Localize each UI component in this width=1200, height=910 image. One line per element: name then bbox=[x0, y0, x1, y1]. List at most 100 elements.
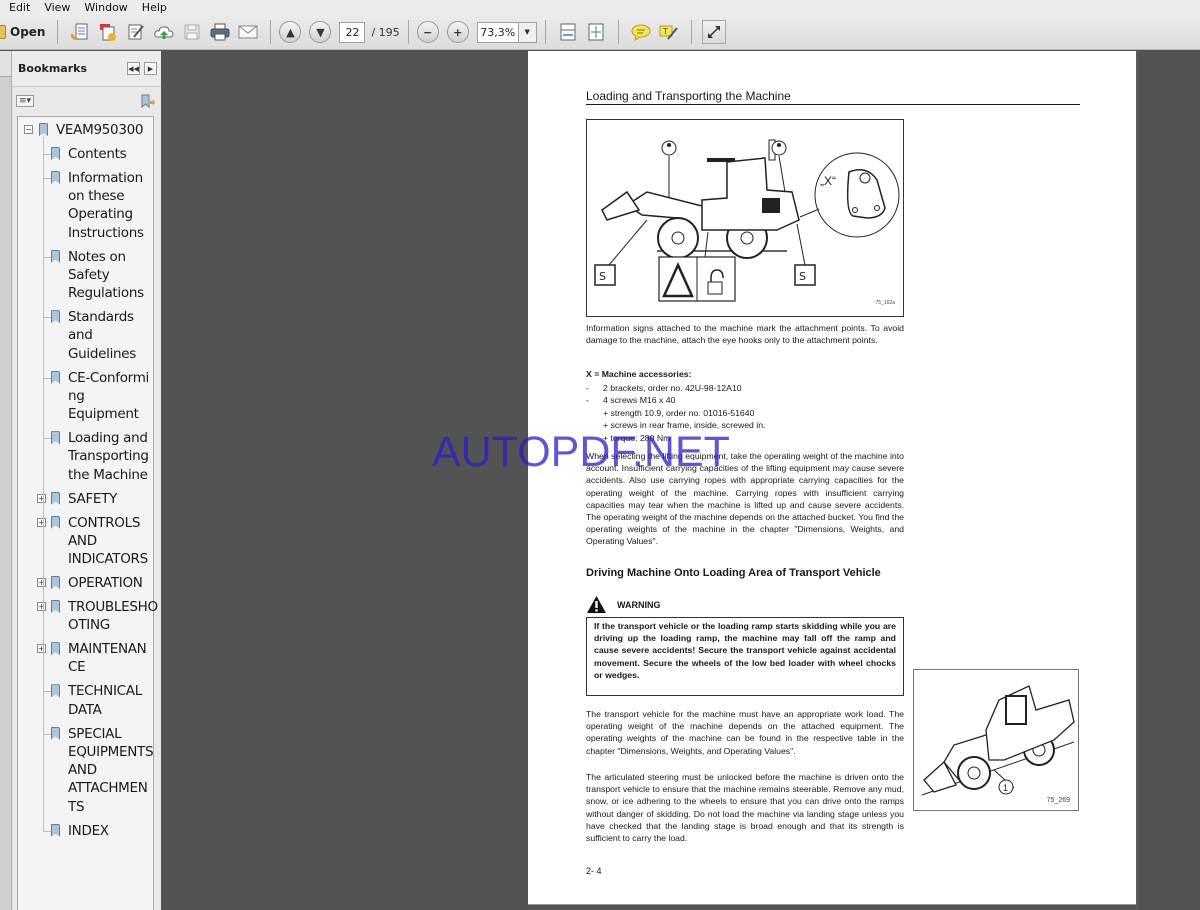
menu-view[interactable]: View bbox=[44, 0, 70, 15]
bookmark-item[interactable]: CONTROLS AND INDICATORS + bbox=[18, 514, 153, 569]
accessory-item: + torque: 280 Nm bbox=[603, 432, 671, 443]
edit-pdf-button[interactable] bbox=[124, 20, 148, 44]
expand-icon[interactable]: + bbox=[37, 493, 46, 503]
menu-help[interactable]: Help bbox=[142, 0, 167, 15]
comment-button[interactable] bbox=[629, 20, 653, 44]
edit-icon bbox=[128, 24, 145, 40]
page-number-input[interactable]: 22 bbox=[339, 21, 366, 43]
bookmark-item[interactable]: SPECIAL EQUIPMENTS AND ATTACHMEN TS bbox=[18, 725, 154, 817]
bookmark-item[interactable]: MAINTENAN CE + bbox=[18, 640, 153, 677]
expand-icon[interactable]: + bbox=[37, 601, 46, 611]
bookmark-icon bbox=[51, 599, 60, 613]
print-button[interactable] bbox=[208, 20, 232, 44]
title-divider bbox=[586, 104, 1080, 105]
zoom-dropdown-button[interactable]: ▼ bbox=[518, 21, 537, 43]
figure-loader-on-ramp: 1 75_269 bbox=[913, 669, 1079, 811]
fit-page-icon bbox=[588, 23, 604, 41]
tree-connector bbox=[43, 256, 51, 258]
menu-edit[interactable]: Edit bbox=[9, 0, 30, 15]
paragraph-attachment-signs: Information signs attached to the machin… bbox=[586, 323, 904, 346]
fit-page-button[interactable] bbox=[584, 20, 608, 44]
highlight-text-icon: T bbox=[659, 25, 678, 40]
expand-panel-button[interactable]: ▶ bbox=[144, 62, 157, 75]
open-label: Open bbox=[10, 25, 46, 39]
lifting-eye-hook-icon bbox=[661, 140, 677, 198]
expand-icon[interactable]: + bbox=[37, 644, 46, 654]
bookmark-label: Information on these Operating Instructions bbox=[68, 169, 144, 241]
bookmark-item[interactable]: Standards and Guidelines bbox=[18, 308, 153, 363]
bookmark-label: SPECIAL EQUIPMENTS AND ATTACHMEN TS bbox=[68, 725, 154, 815]
save-button[interactable] bbox=[180, 20, 204, 44]
tree-connector bbox=[43, 733, 51, 735]
tree-connector bbox=[43, 317, 51, 319]
bookmark-icon bbox=[51, 684, 60, 698]
open-button[interactable]: Open bbox=[0, 25, 49, 39]
zoom-level-input[interactable]: 73,3% bbox=[476, 21, 519, 43]
zoom-in-button[interactable]: + bbox=[446, 21, 469, 43]
bookmark-item[interactable]: TROUBLESHO OTING + bbox=[18, 598, 158, 635]
options-menu-icon[interactable]: ≡▾ bbox=[16, 95, 35, 107]
chevron-down-icon: ▼ bbox=[524, 28, 530, 36]
tree-connector bbox=[43, 137, 44, 831]
figure-reference-label: 75_162a bbox=[875, 300, 895, 306]
toolbar-separator bbox=[617, 20, 619, 44]
expand-icon[interactable]: + bbox=[37, 517, 46, 527]
bookmark-item[interactable]: OPERATION + bbox=[18, 574, 153, 592]
bookmark-item[interactable]: Notes on Safety Regulations bbox=[18, 248, 153, 303]
collapse-icon[interactable]: − bbox=[24, 125, 33, 134]
toolbar-separator bbox=[690, 20, 692, 44]
combine-files-button[interactable] bbox=[96, 20, 120, 44]
svg-text:S: S bbox=[799, 270, 806, 283]
email-button[interactable] bbox=[236, 20, 260, 44]
bookmark-icon bbox=[39, 123, 48, 136]
tree-connector bbox=[43, 177, 51, 179]
bookmark-label: OPERATION bbox=[68, 575, 143, 591]
tree-connector bbox=[43, 691, 51, 693]
page-shadow-edge bbox=[1136, 51, 1138, 910]
bookmarks-header: Bookmarks ◀◀ ▶ bbox=[12, 51, 161, 87]
bookmark-icon bbox=[51, 170, 60, 184]
navigation-pane-strip bbox=[0, 51, 12, 910]
new-bookmark-icon[interactable] bbox=[139, 93, 155, 109]
upload-cloud-icon bbox=[154, 26, 174, 39]
bookmark-icon bbox=[51, 515, 60, 529]
next-page-button[interactable]: ▼ bbox=[309, 21, 332, 43]
fullscreen-button[interactable] bbox=[701, 20, 726, 44]
bookmark-item[interactable]: CE-Conformi ng Equipment bbox=[18, 369, 153, 424]
create-pdf-button[interactable] bbox=[68, 20, 92, 44]
zoom-out-button[interactable]: − bbox=[416, 21, 439, 43]
create-pdf-icon bbox=[71, 23, 88, 41]
bookmark-item[interactable]: Contents bbox=[18, 145, 153, 163]
bookmark-label: CE-Conformi ng Equipment bbox=[68, 369, 149, 423]
warning-header: WARNING bbox=[586, 595, 661, 614]
bookmarks-toolbar: ≡▾ bbox=[12, 87, 161, 115]
previous-page-button[interactable]: ▲ bbox=[279, 21, 302, 43]
pdf-page: Loading and Transporting the Machine „X“… bbox=[528, 51, 1136, 905]
bookmark-item[interactable]: INDEX bbox=[18, 822, 153, 840]
bookmark-item[interactable]: SAFETY + bbox=[18, 490, 153, 508]
bookmark-item[interactable]: VEAM950300 − bbox=[18, 121, 153, 139]
highlight-text-button[interactable]: T bbox=[657, 20, 681, 44]
menu-window[interactable]: Window bbox=[84, 0, 127, 15]
bookmark-label: MAINTENAN CE bbox=[68, 641, 147, 676]
bookmark-icon bbox=[51, 431, 60, 445]
figure-attachment-points: „X“ S S 75_162a bbox=[586, 119, 904, 317]
tree-connector bbox=[43, 830, 51, 832]
bookmark-label: VEAM950300 bbox=[56, 122, 144, 138]
bookmark-item[interactable]: TECHNICAL DATA bbox=[18, 682, 153, 719]
combine-files-icon bbox=[100, 24, 117, 41]
folder-icon bbox=[0, 25, 6, 39]
fit-width-button[interactable] bbox=[556, 20, 580, 44]
minus-icon: − bbox=[423, 25, 433, 39]
upload-button[interactable] bbox=[152, 20, 176, 44]
navigation-tab[interactable] bbox=[0, 51, 11, 77]
bookmark-item[interactable]: Loading and Transporting the Machine bbox=[18, 429, 153, 484]
bookmarks-tree: VEAM950300 − Contents Information on these Op… bbox=[17, 116, 158, 910]
collapse-panel-button[interactable]: ◀◀ bbox=[127, 62, 140, 75]
bookmark-icon bbox=[51, 726, 60, 740]
section-title: Loading and Transporting the Machine bbox=[586, 89, 791, 103]
paragraph-lifting-equipment: When selecting the lifting equipment, ta… bbox=[586, 451, 904, 547]
bookmark-item[interactable]: Information on these Operating Instructions bbox=[18, 169, 153, 242]
warning-box: If the transport vehicle or the loading … bbox=[586, 617, 904, 696]
expand-icon[interactable]: + bbox=[37, 578, 46, 587]
